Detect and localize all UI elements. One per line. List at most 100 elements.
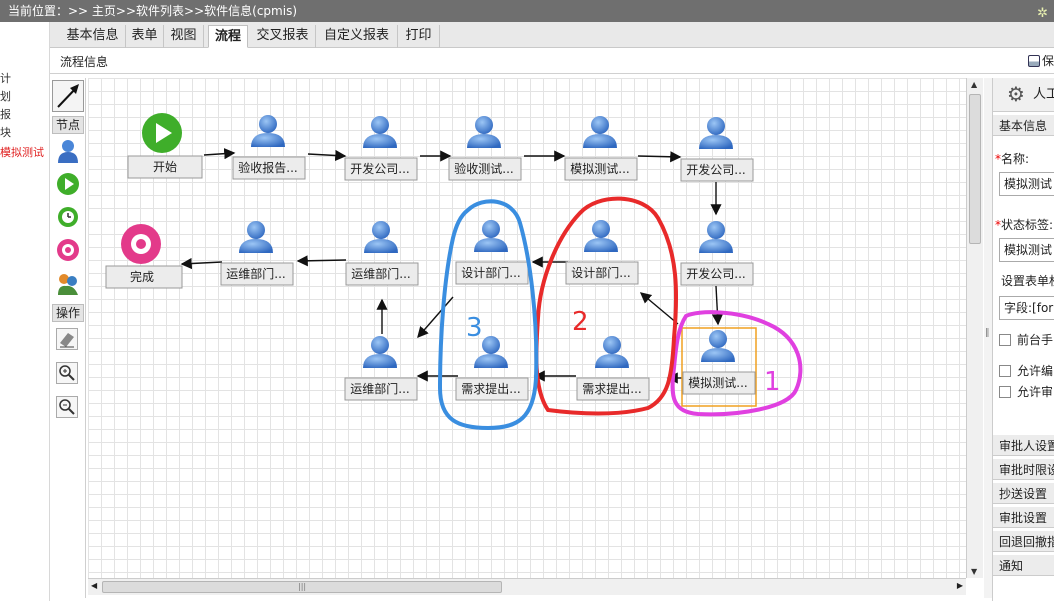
user-icon [583,116,617,148]
flow-node[interactable]: 模拟测试... [564,116,638,181]
edge[interactable] [639,292,679,325]
pointer-arrow-icon [57,84,79,108]
flow-canvas[interactable]: 开始 验收报告... 开发公司... 验收测试... 模拟测试... 开发公司.… [88,78,966,578]
flow-node[interactable]: 需求提出... [576,336,650,401]
node-label: 模拟测试... [570,161,629,176]
annotation-number: 2 [572,307,589,337]
tab-print[interactable]: 打印 [398,25,440,48]
flow-node[interactable]: 验收报告... [232,115,306,180]
user-icon [699,117,733,149]
human-task-node-tool[interactable] [56,138,80,163]
user-icon [701,330,735,362]
field-select[interactable]: 字段:[form [999,296,1054,320]
flow-node[interactable]: 运维部门... [345,221,419,286]
properties-header: ⚙ 人工 [993,78,1054,112]
user-icon [584,220,618,252]
name-input[interactable]: 模拟测试 [999,172,1054,196]
zoom-out-icon [59,399,75,415]
timer-node-tool[interactable] [56,204,80,228]
tab-custom-report[interactable]: 自定义报表 [316,25,398,48]
edge[interactable] [203,148,236,160]
user-icon [363,336,397,368]
section-notify[interactable]: 通知 [993,554,1054,576]
flow-node[interactable]: 运维部门... [220,221,294,286]
flow-info-title: 流程信息 [60,55,109,69]
start-node[interactable]: 开始 [127,113,203,179]
status-input[interactable]: 模拟测试 [999,238,1054,262]
tab-flow[interactable]: 流程 [208,25,248,48]
flow-node[interactable]: 设计部门... [565,220,639,285]
edge[interactable] [417,296,454,339]
edge[interactable] [180,257,223,270]
start-play-icon [57,173,79,195]
checkbox-allow-approve[interactable]: 允许审 [999,383,1053,400]
scrollbar-thumb[interactable]: ||| [102,581,502,593]
user-icon [58,140,78,163]
flow-node[interactable]: 开发公司... [680,221,754,286]
section-approver-settings[interactable]: 审批人设置 [993,434,1054,456]
user-icon [699,221,733,253]
edge[interactable] [307,149,347,162]
scroll-down-arrow-icon[interactable]: ▼ [971,567,977,576]
tab-cross-report[interactable]: 交叉报表 [250,25,316,48]
end-node[interactable]: 完成 [105,224,183,289]
left-nav-item[interactable]: 块 [0,124,11,140]
section-cc-settings[interactable]: 抄送设置 [993,482,1054,504]
sub-toolbar: 流程信息 保 [50,48,1054,74]
tool-palette: 节点 操作 [50,78,86,598]
left-nav-item-active[interactable]: 模拟测试 [0,144,44,160]
zoom-in-tool[interactable] [56,362,78,384]
canvas-horizontal-scrollbar[interactable]: ◀ ||| ▶ [88,578,966,595]
eraser-icon [60,333,74,348]
left-nav-item[interactable]: 划 [0,88,11,104]
scroll-left-arrow-icon[interactable]: ◀ [91,581,97,590]
multi-user-node-tool[interactable] [56,272,80,296]
select-pointer-tool[interactable] [52,80,84,112]
node-label: 完成 [130,269,154,284]
scroll-up-arrow-icon[interactable]: ▲ [971,80,977,89]
section-basic-info[interactable]: 基本信息 [993,114,1054,136]
node-label: 验收测试... [454,161,513,176]
flow-diagram: 开始 验收报告... 开发公司... 验收测试... 模拟测试... 开发公司.… [105,113,803,431]
end-node-tool[interactable] [56,238,80,262]
panel-splitter[interactable]: ‖ [984,78,992,598]
flow-node[interactable]: 开发公司... [680,117,754,182]
zoom-out-tool[interactable] [56,396,78,418]
checkbox-frontend[interactable]: 前台手 [999,331,1053,348]
flow-node[interactable]: 需求提出... [455,336,529,401]
breadcrumb-bar: 当前位置：>> 主页>>软件列表>>软件信息(cpmis) ✲ [0,0,1054,22]
canvas-vertical-scrollbar[interactable]: ▲ ▼ [966,78,983,578]
breadcrumb: 当前位置：>> 主页>>软件列表>>软件信息(cpmis) [8,4,297,18]
tab-view[interactable]: 视图 [164,25,204,48]
annotation-number: 1 [764,367,781,397]
section-approval-settings[interactable]: 审批设置 [993,506,1054,528]
scrollbar-thumb[interactable] [969,94,981,244]
edge[interactable] [711,285,724,326]
node-label: 开发公司... [686,266,745,281]
start-node-tool[interactable] [56,172,80,196]
tab-form[interactable]: 表单 [126,25,164,48]
flow-node[interactable]: 开发公司... [344,116,418,181]
end-target-icon [57,239,79,261]
gear-icon: ⚙ [1007,82,1025,106]
user-icon [474,220,508,252]
eraser-tool[interactable] [56,328,78,350]
group-users-icon [58,274,78,295]
section-rollback[interactable]: 回退回撤指 [993,530,1054,552]
checkbox-allow-edit[interactable]: 允许编 [999,362,1053,379]
flow-node[interactable]: 运维部门... [344,336,418,401]
flow-node-selected[interactable]: 模拟测试... [681,327,757,407]
scroll-right-arrow-icon[interactable]: ▶ [957,581,963,590]
save-button[interactable]: 保 [1027,52,1054,69]
node-label: 运维部门... [351,266,410,281]
left-nav-item[interactable]: 报 [0,106,11,122]
flow-node[interactable]: 验收测试... [448,116,522,181]
edge[interactable] [637,151,682,163]
left-nav-item[interactable]: 计 [0,70,11,86]
user-icon [363,116,397,148]
flow-node[interactable]: 设计部门... [455,220,529,285]
splitter-grip-icon: ‖ [985,328,990,338]
tab-basic-info[interactable]: 基本信息 [60,25,126,48]
edge[interactable] [296,255,347,267]
section-approval-time-limit[interactable]: 审批时限设 [993,458,1054,480]
